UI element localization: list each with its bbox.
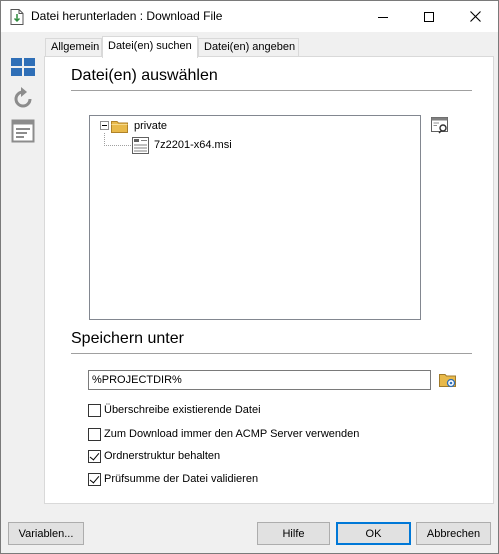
installer-file-icon [132, 137, 149, 154]
acmp-server-label[interactable]: Zum Download immer den ACMP Server verwe… [104, 428, 359, 440]
minimize-button[interactable] [360, 1, 406, 32]
tree-file-label[interactable]: 7z2201-x64.msi [154, 139, 232, 151]
browse-server-button[interactable] [430, 115, 450, 135]
refresh-icon[interactable] [11, 87, 35, 111]
properties-list-icon[interactable] [11, 119, 35, 143]
close-icon [469, 11, 481, 22]
folder-browse-icon [439, 374, 456, 388]
minimize-icon [378, 16, 388, 18]
option-validate-checksum[interactable]: Prüfsumme der Datei validieren [88, 471, 258, 487]
tree-collapse-toggle[interactable] [100, 121, 109, 130]
tab-allgemein[interactable]: Allgemein [45, 38, 102, 57]
maximize-icon [424, 11, 434, 22]
cancel-button[interactable]: Abbrechen [416, 522, 491, 545]
tab-dateien-angeben[interactable]: Datei(en) angeben [198, 38, 299, 57]
window-title: Datei herunterladen : Download File [31, 9, 223, 23]
left-toolbar [1, 32, 41, 512]
save-section-title: Speichern unter [71, 330, 184, 347]
validate-checksum-label[interactable]: Prüfsumme der Datei validieren [104, 473, 258, 485]
validate-checksum-checkbox[interactable] [88, 472, 101, 486]
tab-panel: Datei(en) auswählen private 7z2201-x64.m… [44, 56, 494, 504]
tree-connector [104, 133, 132, 146]
close-button[interactable] [452, 1, 498, 32]
save-path-input[interactable] [88, 370, 431, 390]
browse-folder-button[interactable] [438, 370, 458, 390]
select-section-divider [71, 90, 472, 91]
help-button[interactable]: Hilfe [257, 522, 330, 545]
folder-icon [111, 121, 128, 133]
keep-folder-structure-checkbox[interactable] [88, 449, 101, 463]
option-overwrite[interactable]: Überschreibe existierende Datei [88, 402, 261, 418]
save-section-divider [71, 353, 472, 354]
variables-button[interactable]: Variablen... [8, 522, 84, 545]
layout-tiles-icon[interactable] [11, 56, 35, 80]
ok-button[interactable]: OK [336, 522, 411, 545]
dialog-window: Datei herunterladen : Download File Allg… [0, 0, 499, 554]
title-bar: Datei herunterladen : Download File [1, 1, 498, 32]
tab-dateien-suchen[interactable]: Datei(en) suchen [102, 36, 198, 58]
option-acmp-server[interactable]: Zum Download immer den ACMP Server verwe… [88, 426, 359, 442]
file-tree[interactable]: private 7z2201-x64.msi [89, 115, 421, 320]
download-file-icon [10, 9, 24, 25]
acmp-server-checkbox[interactable] [88, 427, 101, 441]
maximize-button[interactable] [406, 1, 452, 32]
server-browse-icon [431, 117, 448, 134]
overwrite-checkbox[interactable] [88, 403, 101, 417]
select-section-title: Datei(en) auswählen [71, 67, 218, 84]
overwrite-label[interactable]: Überschreibe existierende Datei [104, 404, 261, 416]
tree-folder-label[interactable]: private [134, 120, 167, 132]
option-keep-folder-structure[interactable]: Ordnerstruktur behalten [88, 448, 220, 464]
keep-folder-structure-label[interactable]: Ordnerstruktur behalten [104, 450, 220, 462]
